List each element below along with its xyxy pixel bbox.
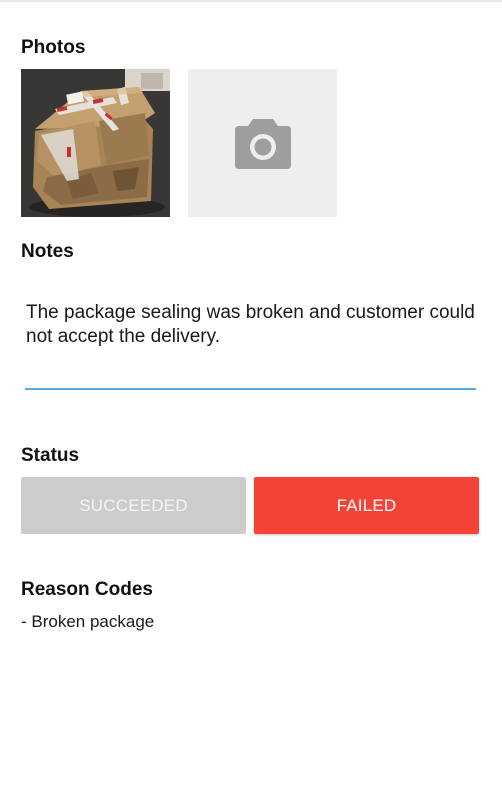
add-photo-button[interactable] [188, 69, 337, 217]
reason-code-item: - Broken package [21, 612, 155, 631]
reason-codes-heading: Reason Codes [21, 579, 153, 600]
camera-icon [234, 119, 291, 169]
photos-heading: Photos [21, 37, 86, 58]
notes-field[interactable]: The package sealing was broken and custo… [26, 301, 476, 349]
top-divider [0, 0, 502, 2]
notes-field-underline [25, 388, 476, 390]
package-photo-image [21, 69, 170, 217]
damaged-package-photo[interactable] [21, 69, 170, 217]
status-heading: Status [21, 445, 80, 466]
failed-button[interactable]: FAILED [254, 477, 479, 534]
notes-heading: Notes [21, 241, 74, 262]
succeeded-button[interactable]: SUCCEEDED [21, 477, 246, 534]
